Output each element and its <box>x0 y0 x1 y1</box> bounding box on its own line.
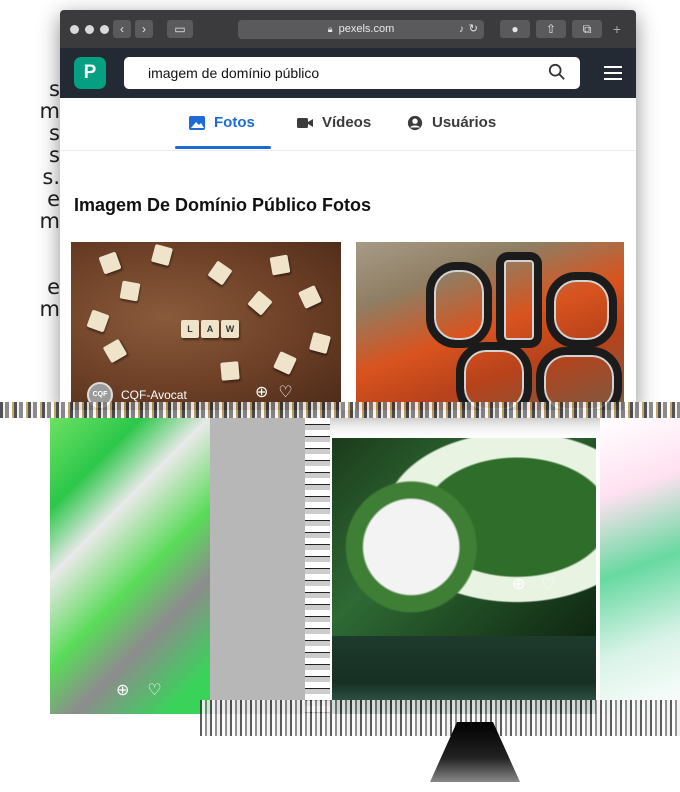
active-tab-indicator <box>175 146 271 149</box>
letter-shape <box>426 262 492 348</box>
author-name: CQF-Avocat <box>121 388 187 402</box>
toolbar-right: ● ⇧ ⧉ + <box>500 20 626 38</box>
new-tab-button[interactable]: + <box>608 20 626 38</box>
window-controls <box>70 24 109 34</box>
cropped-article-text: s m s s s. e m e m <box>0 78 60 320</box>
scrabble-tile <box>273 351 297 375</box>
lock-icon: 🔒︎ <box>327 24 333 34</box>
text-line <box>0 232 60 254</box>
glitch-band <box>0 402 680 418</box>
add-to-collection-icon[interactable]: ⊕ <box>116 680 129 700</box>
text-line: s <box>49 77 60 101</box>
scrabble-tile <box>220 361 240 381</box>
scrabble-tile <box>150 243 174 267</box>
text-line: e <box>47 275 60 299</box>
search-icon[interactable] <box>548 63 566 81</box>
text-line: s <box>49 143 60 167</box>
letter-shape <box>496 252 542 348</box>
browser-window: ‹ › ▭ 🔒︎ pexels.com ♪ ↻ ● ⇧ ⧉ + P imagem… <box>60 10 636 410</box>
scrabble-tile: A <box>201 320 219 338</box>
zoom-window-icon[interactable] <box>100 24 109 34</box>
page-title: Imagem De Domínio Público Fotos <box>74 195 372 215</box>
text-line: m <box>39 99 60 123</box>
like-heart-icon[interactable]: ♡ <box>541 574 555 594</box>
speaker-icon[interactable]: ♪ <box>459 20 464 39</box>
back-button[interactable]: ‹ <box>113 20 131 38</box>
tab-overview-button[interactable]: ⧉ <box>572 20 602 38</box>
photo-card[interactable] <box>332 438 596 636</box>
scrabble-tile <box>308 331 332 355</box>
photo-card[interactable]: L A W CQF CQF-Avocat ⊕ ♡ <box>71 242 341 410</box>
photo-card[interactable] <box>50 418 210 714</box>
photo-card[interactable] <box>356 242 624 410</box>
tab-photos[interactable]: Fotos <box>188 114 255 131</box>
photo-actions: ⊕ ♡ <box>116 680 162 700</box>
image-icon <box>189 115 205 130</box>
tab-videos[interactable]: Vídeos <box>296 114 371 131</box>
letter-shape <box>456 342 532 410</box>
text-line: s <box>49 121 60 145</box>
scrabble-tile <box>98 251 122 275</box>
letter-shape <box>546 272 617 348</box>
text-line: m <box>39 209 60 233</box>
scrabble-tile <box>269 254 291 276</box>
glitch-strip <box>305 418 330 714</box>
scrabble-tile <box>86 309 110 333</box>
text-line <box>0 254 60 276</box>
close-window-icon[interactable] <box>70 24 79 34</box>
like-heart-icon[interactable]: ♡ <box>147 680 161 700</box>
minimize-window-icon[interactable] <box>85 24 94 34</box>
tab-users[interactable]: Usuários <box>406 114 496 131</box>
distorted-photo-grid <box>0 418 680 718</box>
media-tabs: Fotos Vídeos Usuários <box>60 98 636 151</box>
search-input[interactable]: imagem de domínio público <box>124 57 580 89</box>
scrabble-tile <box>102 338 128 364</box>
letter-shape <box>536 347 622 410</box>
scrabble-tile <box>247 290 273 316</box>
glitch-noise <box>200 700 680 736</box>
photo-actions: ⊕ ♡ <box>512 574 556 594</box>
safari-toolbar: ‹ › ▭ 🔒︎ pexels.com ♪ ↻ ● ⇧ ⧉ + <box>60 10 636 48</box>
search-value: imagem de domínio público <box>148 65 320 81</box>
text-line: e <box>47 187 60 211</box>
photo-placeholder <box>210 418 305 714</box>
reload-icon[interactable]: ↻ <box>469 20 478 39</box>
sidebar-toggle-button[interactable]: ▭ <box>167 20 193 38</box>
video-camera-icon <box>297 117 313 128</box>
scrabble-tile <box>119 280 141 302</box>
law-tiles: L A W <box>181 320 239 338</box>
add-to-collection-icon[interactable]: ⊕ <box>255 382 268 402</box>
scrabble-tile: L <box>181 320 199 338</box>
forward-button[interactable]: › <box>135 20 153 38</box>
text-line: m <box>39 297 60 321</box>
like-heart-icon[interactable]: ♡ <box>278 382 292 402</box>
menu-icon[interactable] <box>604 66 622 80</box>
scrabble-tile <box>207 260 233 286</box>
share-button[interactable]: ⇧ <box>536 20 566 38</box>
tab-label: Fotos <box>214 114 255 131</box>
scrabble-tile: W <box>221 320 239 338</box>
pexels-logo[interactable]: P <box>74 57 106 89</box>
site-header: P imagem de domínio público <box>60 48 636 98</box>
scrabble-tile <box>298 285 322 309</box>
tab-label: Vídeos <box>322 114 372 131</box>
photo-actions: ⊕ ♡ <box>255 382 293 402</box>
add-to-collection-icon[interactable]: ⊕ <box>512 574 525 594</box>
text-line: s. <box>42 165 60 189</box>
address-text: pexels.com <box>338 23 395 35</box>
photo-card[interactable] <box>600 418 680 714</box>
downloads-button[interactable]: ● <box>500 20 530 38</box>
address-bar[interactable]: 🔒︎ pexels.com ♪ ↻ <box>238 20 484 39</box>
tab-label: Usuários <box>432 114 497 131</box>
user-circle-icon <box>407 115 423 130</box>
